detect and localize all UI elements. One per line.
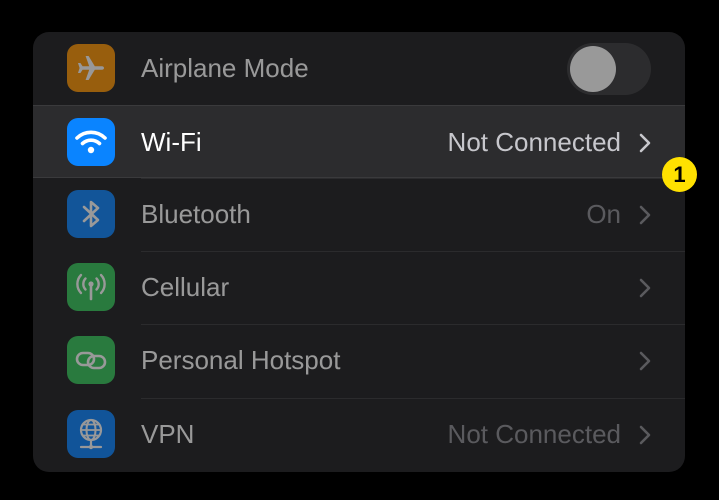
chevron-right-icon xyxy=(639,351,651,371)
settings-row-wifi[interactable]: Wi-Fi Not Connected xyxy=(33,105,685,178)
annotation-badge: 1 xyxy=(662,157,697,192)
settings-row-cellular[interactable]: Cellular xyxy=(33,251,685,324)
vpn-status-value: Not Connected xyxy=(447,419,621,449)
row-separator xyxy=(141,251,685,252)
settings-panel: Airplane Mode Wi-Fi Not Connected Blueto… xyxy=(33,32,685,472)
row-separator xyxy=(141,398,685,399)
settings-row-vpn[interactable]: VPN Not Connected xyxy=(33,398,685,471)
chevron-right-icon xyxy=(639,205,651,225)
settings-row-bluetooth[interactable]: Bluetooth On xyxy=(33,178,685,251)
chevron-right-icon xyxy=(639,425,651,445)
airplane-icon xyxy=(67,44,115,92)
vpn-label: VPN xyxy=(141,419,195,449)
link-icon xyxy=(67,336,115,384)
chevron-right-icon xyxy=(639,278,651,298)
bluetooth-status-value: On xyxy=(586,199,621,229)
globe-network-icon xyxy=(67,410,115,458)
bluetooth-label: Bluetooth xyxy=(141,199,251,229)
settings-row-airplane-mode: Airplane Mode xyxy=(33,32,685,105)
airplane-mode-label: Airplane Mode xyxy=(141,53,309,83)
personal-hotspot-label: Personal Hotspot xyxy=(141,345,341,375)
cellular-label: Cellular xyxy=(141,272,230,302)
wifi-label: Wi-Fi xyxy=(141,127,202,157)
row-separator xyxy=(141,324,685,325)
bluetooth-icon xyxy=(67,190,115,238)
toggle-knob xyxy=(570,46,616,92)
wifi-icon xyxy=(67,118,115,166)
airplane-mode-toggle[interactable] xyxy=(567,43,651,95)
chevron-right-icon xyxy=(639,133,651,153)
settings-row-personal-hotspot[interactable]: Personal Hotspot xyxy=(33,324,685,397)
wifi-status-value: Not Connected xyxy=(447,127,621,157)
antenna-icon xyxy=(67,263,115,311)
row-separator xyxy=(141,178,685,179)
